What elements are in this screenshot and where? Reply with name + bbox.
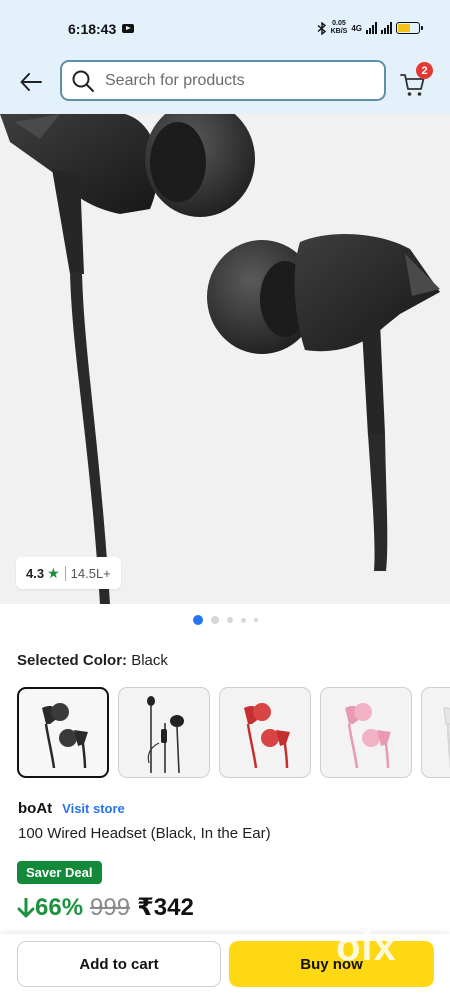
- discount-percent: 66%: [35, 893, 84, 921]
- saver-deal-badge: Saver Deal: [17, 861, 102, 884]
- color-swatch-red[interactable]: [219, 687, 311, 778]
- divider: [64, 565, 66, 581]
- selected-color-value: Black: [131, 652, 168, 669]
- arrow-down-icon: [17, 897, 35, 917]
- color-swatch-white[interactable]: [421, 687, 450, 778]
- rating-count: 14.5L+: [70, 565, 111, 581]
- carousel-dots: [0, 615, 450, 625]
- network-speed: 0.05 KB/S: [330, 20, 348, 35]
- status-bar: 6:18:43 0.05 KB/S 4G: [0, 0, 450, 54]
- earphone-thumbnail: [42, 702, 88, 768]
- status-indicators: 0.05 KB/S 4G: [317, 20, 423, 36]
- price-row: 66% 999 ₹342: [17, 893, 194, 922]
- battery-icon: [396, 22, 423, 34]
- carousel-dot[interactable]: [210, 616, 219, 624]
- rating-value: 4.3: [26, 565, 45, 581]
- color-swatches: [17, 687, 450, 778]
- mrp-price: 999: [90, 893, 131, 921]
- carousel-dot-active[interactable]: [192, 615, 203, 625]
- signal-icon-2: [381, 22, 392, 34]
- cart-count-badge: 2: [416, 62, 433, 79]
- search-input[interactable]: [105, 71, 365, 90]
- arrow-left-icon: [20, 73, 42, 91]
- back-button[interactable]: [16, 67, 46, 97]
- cart-button[interactable]: 2: [400, 62, 434, 98]
- product-image-gallery[interactable]: 4.3 ★ 14.5L+: [0, 114, 450, 604]
- product-title: 100 Wired Headset (Black, In the Ear): [18, 825, 271, 842]
- color-swatch-black-mic[interactable]: [118, 687, 210, 778]
- product-image: [0, 114, 440, 604]
- bottom-action-bar: Add to cart Buy now: [0, 934, 450, 1000]
- carousel-dot[interactable]: [240, 617, 246, 623]
- selected-color-heading: Selected Color:: [17, 652, 128, 669]
- signal-icon: [366, 22, 377, 34]
- earphone-thumbnail: [443, 706, 450, 768]
- color-swatch-black[interactable]: [17, 687, 109, 778]
- status-time: 6:18:43: [68, 21, 117, 37]
- earphone-thumbnail: [244, 702, 290, 768]
- discount: 66%: [17, 894, 83, 922]
- add-to-cart-button[interactable]: Add to cart: [17, 941, 221, 987]
- brand-row: boAt Visit store: [18, 800, 125, 817]
- network-type: 4G: [351, 23, 362, 33]
- search-icon: [72, 70, 94, 92]
- rating-pill[interactable]: 4.3 ★ 14.5L+: [16, 557, 121, 589]
- search-box[interactable]: [60, 60, 386, 101]
- bluetooth-icon: [317, 21, 326, 35]
- carousel-dot[interactable]: [253, 618, 258, 622]
- carousel-dot[interactable]: [226, 617, 233, 623]
- app-header: 2: [0, 54, 450, 114]
- screen-record-icon: [122, 24, 134, 33]
- earphone-thumbnail: [147, 695, 184, 773]
- color-swatch-pink[interactable]: [320, 687, 412, 778]
- visit-store-link[interactable]: Visit store: [62, 801, 125, 816]
- earphone-thumbnail: [345, 702, 391, 768]
- star-icon: ★: [47, 564, 60, 581]
- selected-color-label: Selected Color: Black: [17, 652, 168, 669]
- selling-price: ₹342: [137, 894, 194, 921]
- buy-now-button[interactable]: Buy now: [229, 941, 434, 987]
- brand-name: boAt: [18, 800, 53, 817]
